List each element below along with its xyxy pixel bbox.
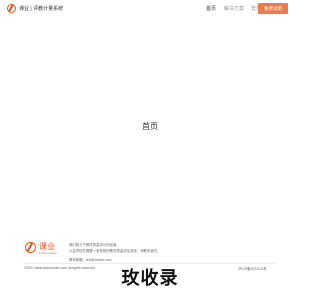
brand-name[interactable]: 课业 | 评教计量系统: [19, 5, 63, 12]
nav-solutions[interactable]: 解决方案: [224, 5, 244, 12]
logo-icon[interactable]: [7, 4, 16, 13]
free-trial-button[interactable]: 免费试用: [258, 3, 288, 14]
watermark-text: 玫收录: [121, 268, 179, 289]
top-nav-bar: 课业 | 评教计量系统 首页 解决方案 登录 免费试用: [0, 0, 300, 18]
footer-description-line-2: 以及学校在需要一条有效的教学质量评估系统，请联系我们。: [69, 249, 161, 253]
page-title: 首页: [142, 122, 158, 131]
copyright-text: ©2021 www.lessonsdev.com all rights rese…: [24, 266, 95, 270]
icp-link[interactable]: 沪ICP备2021123号: [238, 266, 267, 271]
footer-email[interactable]: 联系邮箱：test@admin.com: [69, 257, 111, 262]
footer-description-line-1: 我们致力于教学质量评价的创新，: [69, 243, 120, 247]
footer-logo-icon: [25, 242, 36, 253]
nav-home[interactable]: 首页: [206, 5, 216, 12]
footer-logo-subtitle: Lessonsdev: [39, 251, 58, 255]
footer: 课业 Lessonsdev 我们致力于教学质量评价的创新， 以及学校在需要一条有…: [0, 236, 300, 300]
